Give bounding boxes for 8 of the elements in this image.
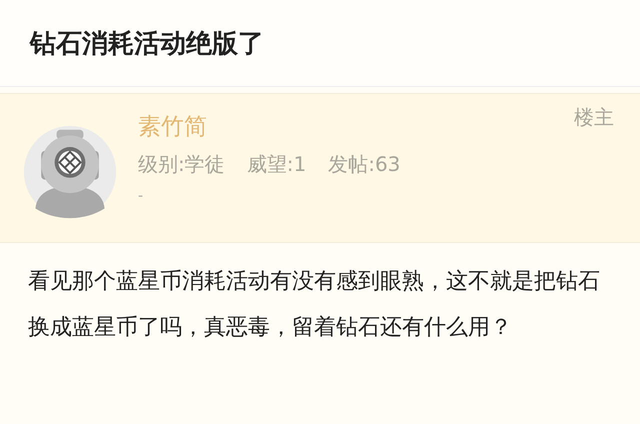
signature: - (138, 188, 144, 204)
page-title: 钻石消耗活动绝版了 (30, 28, 264, 60)
user-stat: 级别:学徒 (138, 151, 225, 178)
post-text: 看见那个蓝星币消耗活动有没有感到眼熟，这不就是把钻石换成蓝星币了吗，真恶毒，留着钻石还有什么用？ (28, 268, 601, 342)
user-stat: 威望:1 (246, 151, 306, 178)
author-name[interactable]: 素竹简 (138, 110, 574, 144)
original-poster-label: 楼主 (574, 104, 614, 131)
user-stat: 发帖:63 (328, 151, 400, 178)
